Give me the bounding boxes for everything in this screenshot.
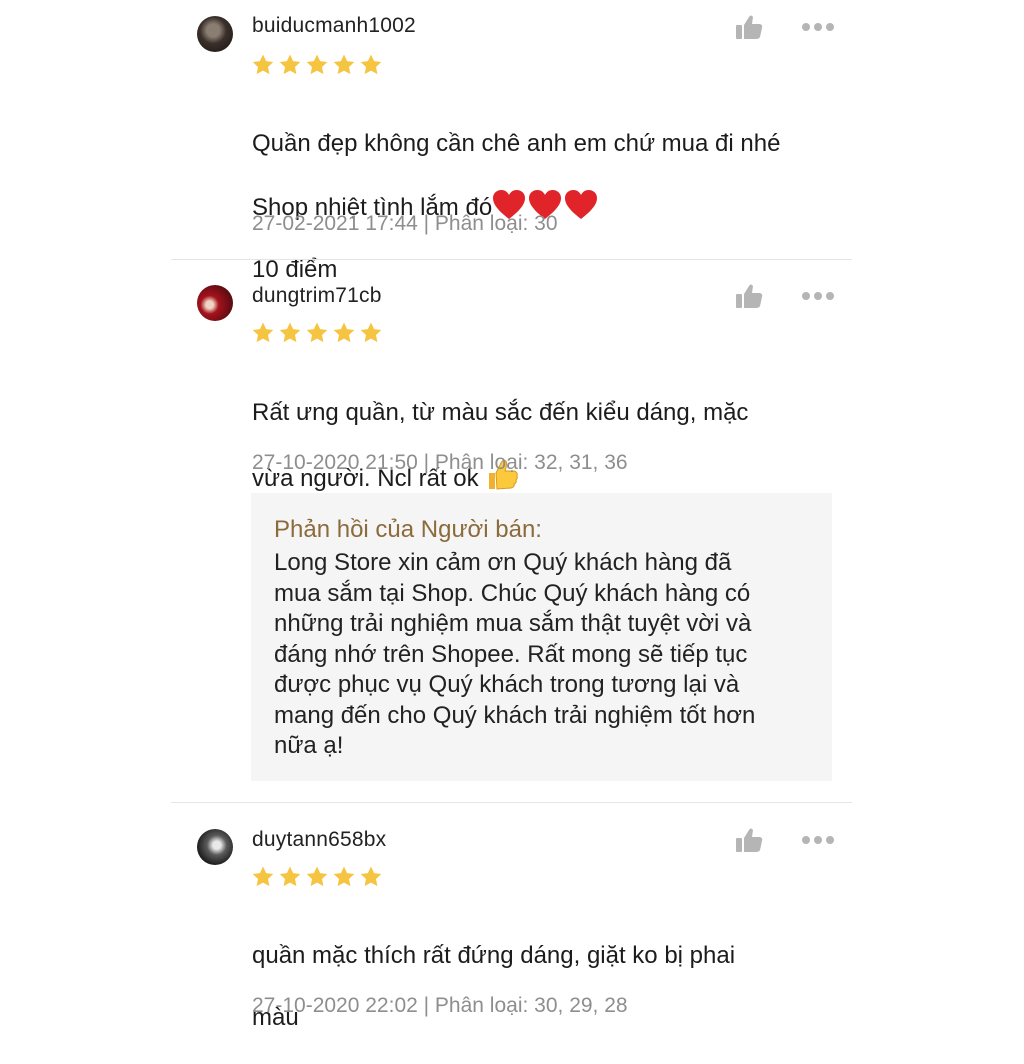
seller-reply-title: Phản hồi của Người bán: xyxy=(274,516,542,543)
comment-line: Quần đẹp không cần chê anh em chứ mua đi… xyxy=(252,130,781,157)
username[interactable]: buiducmanh1002 xyxy=(252,14,416,38)
star-rating xyxy=(251,865,383,889)
review-comment: quần mặc thích rất đứng dáng, giặt ko bị… xyxy=(252,909,852,1064)
star-icon xyxy=(252,322,274,343)
username[interactable]: duytann658bx xyxy=(252,828,386,852)
review-meta: 27-10-2020 21:50 | Phân loại: 32, 31, 36 xyxy=(252,451,628,474)
star-rating xyxy=(251,321,383,345)
star-icon xyxy=(360,322,382,343)
more-dots-icon[interactable] xyxy=(801,21,835,33)
star-icon xyxy=(279,322,301,343)
avatar[interactable] xyxy=(197,16,233,52)
seller-reply: Phản hồi của Người bán: Long Store xin c… xyxy=(251,493,832,781)
star-icon xyxy=(252,54,274,75)
more-dots-icon[interactable] xyxy=(801,290,835,302)
comment-line: quần mặc thích rất đứng dáng, giặt ko bị… xyxy=(252,942,736,969)
thumbs-up-icon[interactable] xyxy=(735,283,763,309)
seller-reply-text: Long Store xin cảm ơn Quý khách hàng đã … xyxy=(274,549,756,759)
star-icon xyxy=(333,866,355,887)
star-icon xyxy=(252,866,274,887)
avatar[interactable] xyxy=(197,285,233,321)
thumbs-up-icon[interactable] xyxy=(735,827,763,853)
star-icon xyxy=(279,54,301,75)
review-meta: 27-10-2020 22:02 | Phân loại: 30, 29, 28 xyxy=(252,994,628,1017)
more-dots-icon[interactable] xyxy=(801,834,835,846)
star-icon xyxy=(360,866,382,887)
divider xyxy=(171,802,852,803)
star-rating xyxy=(251,53,383,77)
star-icon xyxy=(333,54,355,75)
thumbs-up-icon[interactable] xyxy=(735,14,763,40)
review-meta: 27-02-2021 17:44 | Phân loại: 30 xyxy=(252,212,558,235)
heart-emoji xyxy=(565,190,598,219)
divider xyxy=(171,259,852,260)
star-icon xyxy=(306,866,328,887)
username[interactable]: dungtrim71cb xyxy=(252,284,382,308)
comment-line: Rất ưng quần, từ màu sắc đến kiểu dáng, … xyxy=(252,399,749,426)
star-icon xyxy=(306,322,328,343)
star-icon xyxy=(333,322,355,343)
star-icon xyxy=(360,54,382,75)
avatar[interactable] xyxy=(197,829,233,865)
star-icon xyxy=(279,866,301,887)
star-icon xyxy=(306,54,328,75)
